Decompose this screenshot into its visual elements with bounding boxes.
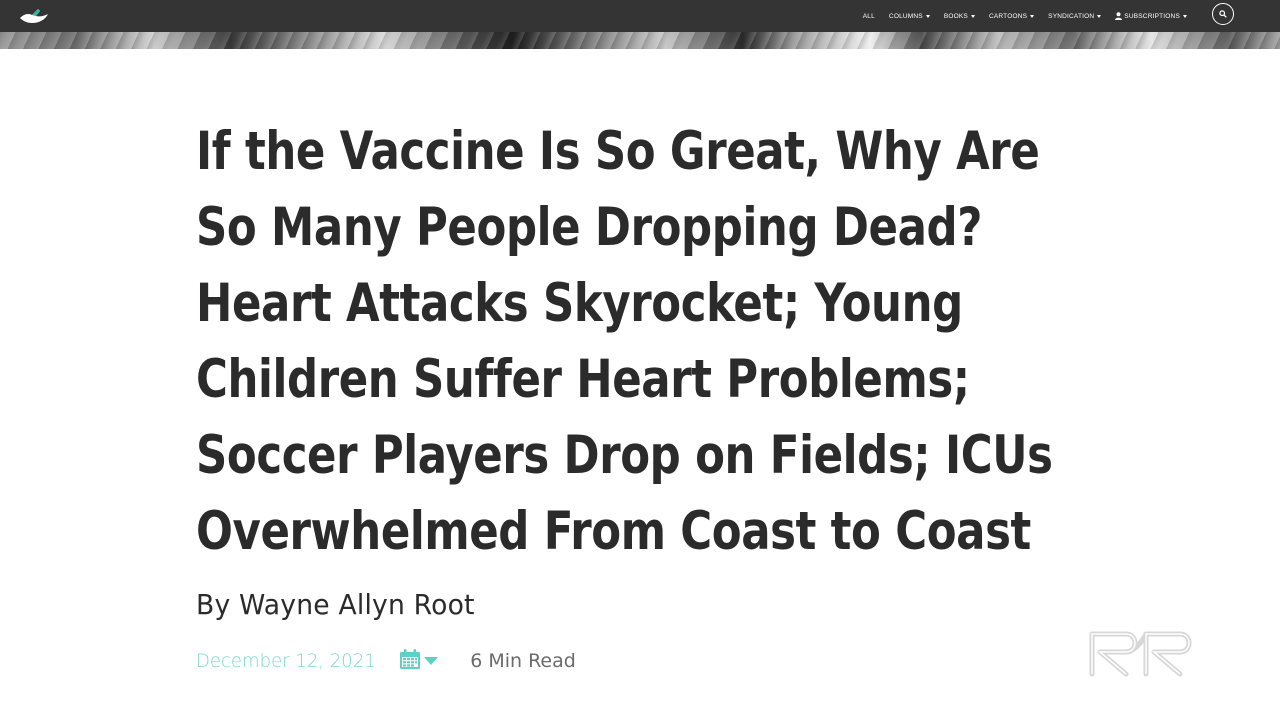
read-time: 6 Min Read [470, 650, 576, 672]
calendar-icon [399, 648, 421, 675]
caret-down-icon [1097, 14, 1102, 18]
caret-down-icon [925, 14, 930, 18]
caret-down-icon [1183, 14, 1187, 18]
nav-item-label: BOOKS [943, 12, 968, 20]
top-navbar: ALL COLUMNS BOOKS CARTOONS SYNDICATION S… [0, 0, 1280, 32]
bird-logo-icon[interactable] [18, 4, 50, 28]
nav-item-all[interactable]: ALL [856, 13, 882, 20]
chevron-down-icon [424, 657, 439, 665]
caret-down-icon [1030, 14, 1035, 18]
nav-item-label: SUBSCRIPTIONS [1124, 12, 1180, 20]
user-icon [1115, 12, 1123, 20]
caret-down-icon [970, 14, 975, 18]
nav-item-columns[interactable]: COLUMNS [882, 13, 937, 20]
nav-item-label: ALL [862, 12, 875, 20]
search-icon [1219, 5, 1227, 23]
article-date: December 12, 2021 [196, 650, 376, 672]
nav-item-syndication[interactable]: SYNDICATION [1041, 13, 1108, 20]
rr-logo-watermark [1086, 628, 1210, 678]
nav-item-label: COLUMNS [888, 12, 923, 20]
hero-image [0, 32, 1280, 49]
main-menu: ALL COLUMNS BOOKS CARTOONS SYNDICATION S… [856, 0, 1194, 32]
nav-item-subscriptions[interactable]: SUBSCRIPTIONS [1108, 12, 1194, 20]
search-button[interactable] [1212, 3, 1234, 25]
nav-item-books[interactable]: BOOKS [937, 13, 982, 20]
article-title: If the Vaccine Is So Great, Why Are So M… [196, 121, 1053, 562]
nav-item-label: SYNDICATION [1048, 12, 1095, 20]
article-meta: December 12, 2021 6 Min Read [196, 648, 576, 674]
article-byline[interactable]: By Wayne Allyn Root [196, 588, 475, 621]
nav-item-label: CARTOONS [988, 12, 1028, 20]
calendar-dropdown-button[interactable] [399, 648, 439, 675]
nav-item-cartoons[interactable]: CARTOONS [982, 13, 1041, 20]
